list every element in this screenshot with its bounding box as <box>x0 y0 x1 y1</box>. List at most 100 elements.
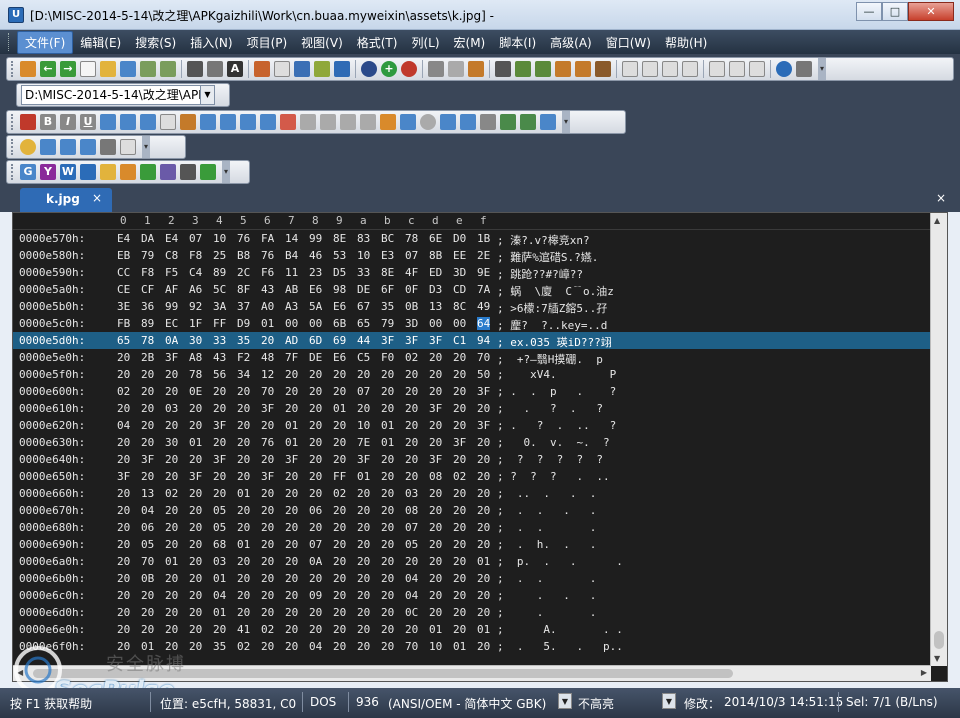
status-highlight[interactable]: 不高亮 <box>578 695 614 712</box>
hex-byte[interactable]: 56 <box>213 368 226 381</box>
hex-byte[interactable]: 8F <box>237 283 250 296</box>
hex-byte[interactable]: 94 <box>477 334 490 347</box>
hex-byte[interactable]: 20 <box>309 623 322 636</box>
hex-byte[interactable]: 20 <box>285 402 298 415</box>
hex-byte[interactable]: 20 <box>117 487 130 500</box>
hex-byte[interactable]: 05 <box>213 521 226 534</box>
hex-byte[interactable]: AF <box>165 283 178 296</box>
ascii-column[interactable]: ; . . . . <box>497 504 596 517</box>
status-encoding[interactable]: (ANSI/OEM - 简体中文 GBK) <box>388 695 546 712</box>
hex-byte[interactable]: 20 <box>333 504 346 517</box>
hex-byte[interactable]: 4F <box>405 266 418 279</box>
ascii-column[interactable]: ; . ? . ? <box>497 402 603 415</box>
hex-byte[interactable]: 3F <box>285 453 298 466</box>
heading-icon[interactable] <box>240 114 256 130</box>
ascii-column[interactable]: ; xV4. P <box>497 368 616 381</box>
replace-icon[interactable] <box>555 61 571 77</box>
hex-row[interactable]: 0000e6c0h: 20 20 20 20 04 20 20 20 09 20 20 20 04 20 20… <box>13 587 931 604</box>
scroll-down-icon[interactable]: ▼ <box>934 654 940 663</box>
hex-row[interactable]: 0000e570h: E4 DA E4 07 10 76 FA 14 99 8E 83 BC 78 6E D0… <box>13 230 931 247</box>
underline-icon[interactable]: U <box>80 114 96 130</box>
toolbar-grip[interactable] <box>11 114 14 130</box>
hex-byte[interactable]: 01 <box>237 538 250 551</box>
checkbox-icon[interactable] <box>400 114 416 130</box>
hex-byte[interactable]: 68 <box>213 538 226 551</box>
hex-byte[interactable]: 20 <box>117 589 130 602</box>
ascii-column[interactable]: ; . ? . .. ? <box>497 419 616 432</box>
hex-byte[interactable]: 70 <box>405 640 418 653</box>
hex-byte[interactable]: 20 <box>237 436 250 449</box>
hex-byte[interactable]: 20 <box>357 572 370 585</box>
baidu-icon[interactable] <box>80 164 96 180</box>
window-split-icon[interactable] <box>749 61 765 77</box>
paste-icon[interactable] <box>468 61 484 77</box>
hex-byte[interactable]: 20 <box>477 521 490 534</box>
hex-byte[interactable]: FF <box>213 317 226 330</box>
hex-byte[interactable]: 3F <box>117 470 130 483</box>
ascii-column[interactable]: ; . 5. . p.. <box>497 640 623 653</box>
hex-byte[interactable]: 20 <box>213 623 226 636</box>
hex-byte[interactable]: 01 <box>429 623 442 636</box>
hex-byte[interactable]: C8 <box>165 249 178 262</box>
hex-byte[interactable]: 20 <box>405 368 418 381</box>
hex-byte[interactable]: 20 <box>165 572 178 585</box>
hex-byte[interactable]: E4 <box>165 232 178 245</box>
toolbar-grip[interactable] <box>11 164 14 180</box>
hex-byte[interactable]: F0 <box>381 351 394 364</box>
yahoo-icon[interactable]: Y <box>40 164 56 180</box>
fx-icon[interactable] <box>140 164 156 180</box>
hex-byte[interactable]: 20 <box>285 589 298 602</box>
hex-byte[interactable]: 05 <box>213 504 226 517</box>
hex-byte[interactable]: BC <box>381 232 394 245</box>
align-center-icon[interactable] <box>642 61 658 77</box>
list-icon[interactable] <box>314 61 330 77</box>
hex-byte[interactable]: 20 <box>117 453 130 466</box>
toolbar-overflow-chevron[interactable]: ▾ <box>818 58 826 80</box>
hex-byte[interactable]: 20 <box>381 572 394 585</box>
hex-byte[interactable]: 20 <box>381 453 394 466</box>
hex-byte[interactable]: 20 <box>261 419 274 432</box>
hex-byte[interactable]: 5A <box>309 300 322 313</box>
hex-row[interactable]: 0000e5d0h: 65 78 0A 30 33 35 20 AD 6D 69 44 3F 3F 3F C1… <box>13 332 931 349</box>
hex-byte[interactable]: 8B <box>429 249 442 262</box>
hex-byte[interactable]: 20 <box>165 419 178 432</box>
hex-byte[interactable]: 02 <box>405 351 418 364</box>
hex-byte[interactable]: 10 <box>357 249 370 262</box>
hex-byte[interactable]: 01 <box>285 436 298 449</box>
hex-byte[interactable]: 07 <box>405 249 418 262</box>
hex-byte[interactable]: 20 <box>429 538 442 551</box>
status-codepage[interactable]: 936 <box>356 695 379 709</box>
hex-byte[interactable]: 20 <box>309 436 322 449</box>
justify-icon[interactable] <box>682 61 698 77</box>
hex-byte[interactable]: 01 <box>477 623 490 636</box>
hex-byte[interactable]: E4 <box>117 232 130 245</box>
hex-byte[interactable]: 20 <box>429 419 442 432</box>
ascii-column[interactable]: ; 麈? ?..key=..d <box>497 317 607 333</box>
hex-byte[interactable]: 06 <box>309 504 322 517</box>
hex-byte[interactable]: 0A <box>165 334 178 347</box>
hex-byte[interactable]: 20 <box>189 487 202 500</box>
hex-byte[interactable]: 20 <box>141 623 154 636</box>
hex-byte[interactable]: 20 <box>333 555 346 568</box>
hex-byte[interactable]: 20 <box>117 368 130 381</box>
minimize-button[interactable]: — <box>856 2 882 21</box>
ultraedit-app-icon[interactable]: U <box>8 7 24 23</box>
hex-byte[interactable]: 20 <box>357 555 370 568</box>
path-combo-dropdown[interactable]: ▼ <box>201 85 215 105</box>
hex-byte[interactable]: 20 <box>477 436 490 449</box>
book-icon[interactable] <box>40 139 56 155</box>
hex-byte[interactable]: 20 <box>333 368 346 381</box>
hex-byte[interactable]: 20 <box>381 470 394 483</box>
hex-byte[interactable]: 20 <box>237 453 250 466</box>
hex-byte[interactable]: 20 <box>309 368 322 381</box>
hex-byte[interactable]: 20 <box>285 487 298 500</box>
hex-byte[interactable]: 11 <box>285 266 298 279</box>
hex-byte[interactable]: 36 <box>141 300 154 313</box>
hex-byte[interactable]: 35 <box>381 300 394 313</box>
menu-file[interactable]: 文件(F) <box>17 30 74 54</box>
hex-byte[interactable]: 20 <box>141 436 154 449</box>
hex-byte[interactable]: 20 <box>429 351 442 364</box>
hex-byte[interactable]: 3F <box>381 334 394 347</box>
hex-byte[interactable]: 20 <box>381 504 394 517</box>
hex-byte[interactable]: 20 <box>237 589 250 602</box>
